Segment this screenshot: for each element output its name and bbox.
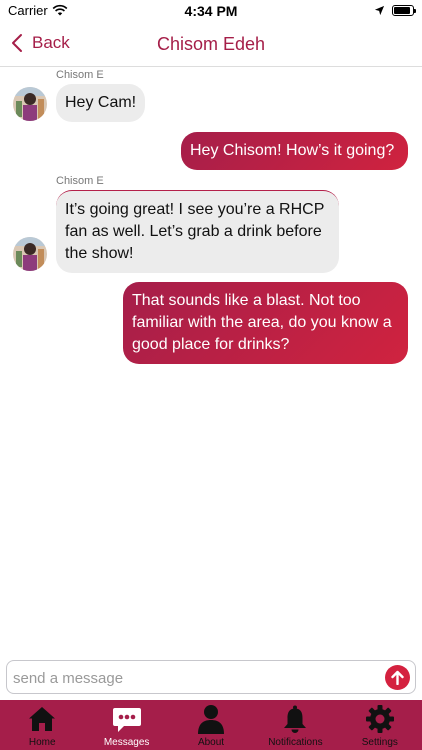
message-bubble-incoming: Hey Cam! — [56, 84, 146, 122]
tab-notifications[interactable]: Notifications — [253, 700, 337, 750]
tab-label: Notifications — [268, 737, 323, 748]
tab-home[interactable]: Home — [0, 700, 84, 750]
tab-label: Messages — [103, 737, 150, 748]
tab-bar: Home Messages About Notifications Settin… — [0, 700, 422, 750]
person-icon — [198, 705, 225, 734]
home-icon — [29, 707, 56, 731]
message-sender: Chisom E — [56, 175, 104, 187]
navigation-bar: Back Chisom Edeh — [0, 22, 422, 67]
send-button[interactable] — [385, 665, 410, 690]
battery-icon — [392, 5, 416, 16]
message-bubble-outgoing: That sounds like a blast. Not too famili… — [123, 282, 408, 364]
avatar[interactable] — [13, 237, 47, 271]
tab-label: Settings — [361, 737, 398, 748]
tab-settings[interactable]: Settings — [338, 700, 422, 750]
message-composer — [6, 660, 416, 695]
gear-icon — [365, 705, 394, 733]
tab-label: About — [197, 737, 225, 748]
arrow-up-icon — [391, 670, 404, 685]
message-sender: Chisom E — [56, 69, 104, 81]
location-arrow-icon — [374, 5, 385, 16]
avatar[interactable] — [13, 87, 47, 121]
chat-bubble-icon — [112, 708, 141, 732]
status-bar: Carrier 4:34 PM — [0, 0, 422, 22]
message-input[interactable] — [11, 661, 385, 695]
page-title: Chisom Edeh — [156, 34, 266, 54]
bell-icon — [284, 705, 307, 733]
message-bubble-outgoing: Hey Chisom! How’s it going? — [181, 132, 408, 170]
tab-about[interactable]: About — [169, 700, 253, 750]
clock: 4:34 PM — [184, 3, 238, 19]
tab-label: Home — [28, 737, 56, 748]
message-bubble-incoming: It’s going great! I see you’re a RHCP fa… — [56, 190, 339, 273]
tab-messages[interactable]: Messages — [84, 700, 168, 750]
